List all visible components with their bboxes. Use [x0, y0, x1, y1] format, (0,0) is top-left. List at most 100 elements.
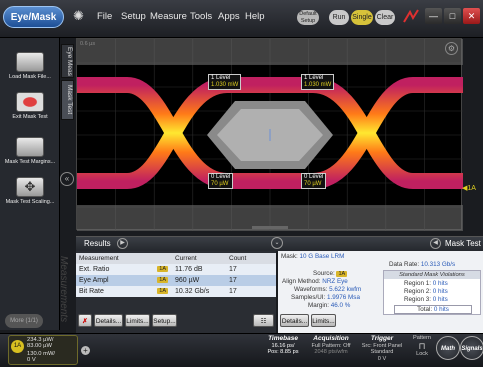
horizontal-scrollbar[interactable]	[252, 226, 288, 229]
menu-file[interactable]: File	[97, 11, 112, 22]
table-row[interactable]: Ext. Ratio 1A 11.76 dB 17	[76, 264, 276, 275]
menu-apps[interactable]: Apps	[218, 11, 240, 22]
results-details-button[interactable]: Details...	[94, 314, 123, 327]
pattern-lock-block[interactable]: Pattern ⊓ Lock	[411, 335, 433, 366]
load-mask-icon	[16, 52, 44, 72]
menu-tools[interactable]: Tools	[190, 11, 212, 22]
delete-measurement-button[interactable]: ✗	[78, 314, 92, 327]
clear-button[interactable]: Clear	[375, 10, 395, 25]
table-row[interactable]: Bit Rate 1A 10.32 Gb/s 17	[76, 286, 276, 297]
total-value: 0 hits	[433, 306, 449, 313]
trigger-level: 0 V	[377, 355, 387, 362]
align-label: Align Method:	[282, 278, 321, 285]
mask-details-button[interactable]: Details...	[280, 314, 309, 327]
current-value: 11.76 dB	[172, 264, 226, 275]
results-table: Measurement Current Count Ext. Ratio 1A …	[76, 253, 276, 297]
keysight-logo-icon	[403, 9, 419, 23]
mask-margins-button[interactable]: Mask Test Margins...	[4, 137, 56, 166]
menu-setup[interactable]: Setup	[121, 11, 146, 22]
collapse-panel-button[interactable]: «	[60, 172, 74, 186]
trigger-title: Trigger	[370, 335, 394, 342]
level-lower-left-name: 0 Level	[211, 174, 231, 180]
timebase-scale: 16.16 ps/	[271, 343, 295, 349]
margins-icon	[16, 137, 44, 157]
region1-value: 0 hits	[432, 280, 448, 287]
default-setup-line1: Default	[299, 11, 317, 17]
menu-help[interactable]: Help	[245, 11, 265, 22]
add-channel-icon[interactable]: +	[81, 346, 90, 355]
math-button[interactable]: Math	[436, 336, 460, 360]
trigger-block[interactable]: Trigger Src: Front Panel Standard 0 V	[356, 335, 408, 366]
close-button[interactable]: ✕	[463, 8, 480, 24]
results-title: Results	[84, 239, 111, 248]
eye-diagram	[77, 39, 463, 231]
level-upper-left-value: 1.030 mW	[211, 82, 239, 88]
col-count[interactable]: Count	[226, 253, 276, 264]
measurement-name: Ext. Ratio	[79, 266, 110, 273]
measurement-name: Bit Rate	[79, 288, 104, 295]
region2-value: 0 hits	[432, 288, 448, 295]
col-measurement[interactable]: Measurement	[76, 253, 172, 264]
channel-1a-badge: 1A	[11, 340, 24, 353]
region3-label: Region 3:	[404, 296, 431, 303]
trigger-mode: Standard	[370, 349, 394, 356]
tab-eye-meas[interactable]: Eye Meas	[61, 44, 74, 78]
tab-mask-test[interactable]: Mask Test	[61, 80, 74, 120]
mask-label: Mask:	[281, 253, 298, 260]
signals-button[interactable]: Signals	[460, 336, 483, 360]
chevron-down-icon[interactable]: ⌄	[271, 237, 283, 249]
default-setup-button[interactable]: Default Setup	[297, 10, 319, 25]
mask-margins-label: Mask Test Margins...	[4, 159, 56, 165]
level-lower-right-name: 0 Level	[304, 174, 324, 180]
samples-label: Samples/UI:	[291, 294, 326, 301]
waveform-display[interactable]: 0.6 µs 1 Level 1.030 mW 1 Level 1.030 mW…	[76, 38, 463, 231]
level-marker-upper-left: 1 Level 1.030 mW	[208, 74, 242, 90]
mask-scaling-button[interactable]: ✥ Mask Test Scaling...	[4, 177, 56, 206]
results-expand-icon[interactable]: ▶	[117, 238, 128, 249]
count-value: 17	[226, 286, 276, 297]
mask-limits-button[interactable]: Limits...	[311, 314, 336, 327]
source-badge: 1A	[157, 266, 168, 272]
region3-value: 0 hits	[432, 296, 448, 303]
level-lower-right-value: 70 µW	[304, 181, 322, 187]
minimize-button[interactable]: —	[425, 8, 442, 24]
waveforms-label: Waveforms:	[294, 286, 328, 293]
measurement-name: Eye Ampl	[79, 277, 109, 284]
count-value: 17	[226, 275, 276, 286]
more-button[interactable]: More (1/1)	[5, 314, 43, 328]
align-value: NRZ Eye	[322, 278, 348, 285]
col-current[interactable]: Current	[172, 253, 226, 264]
level-marker-lower-right: 0 Level 70 µW	[301, 173, 327, 189]
run-button[interactable]: Run	[329, 10, 349, 25]
mask-value[interactable]: 10 G Base LRM	[300, 253, 345, 260]
margin-value: 46.0 %	[330, 302, 351, 309]
level-upper-left-name: 1 Level	[211, 75, 231, 81]
channel-1a-marker[interactable]: ◀1A	[462, 184, 476, 192]
lock-icon: ⊓	[418, 341, 426, 352]
table-row[interactable]: Eye Ampl 1A 960 µW 17	[76, 275, 276, 286]
timebase-title: Timebase	[268, 335, 298, 342]
mask-violations-box: Standard Mask Violations Region 1: 0 hit…	[383, 270, 481, 315]
region1-label: Region 1:	[404, 280, 431, 287]
results-limits-button[interactable]: Limits...	[125, 314, 150, 327]
mask-panel-back-icon[interactable]: ◀	[430, 238, 441, 249]
source-badge: 1A	[336, 271, 348, 277]
wrench-icon[interactable]: ⚙	[445, 42, 458, 55]
current-value: 960 µW	[172, 275, 226, 286]
sparkle-icon[interactable]: ✺	[73, 9, 87, 23]
eye-mask-mode-button[interactable]: Eye/Mask	[3, 6, 64, 28]
results-setup-button[interactable]: Setup...	[152, 314, 177, 327]
timebase-block[interactable]: Timebase 16.16 ps/ Pos: 8.85 ps	[258, 335, 308, 366]
total-label: Total:	[417, 306, 433, 313]
results-panel: Measurement Current Count Ext. Ratio 1A …	[76, 251, 276, 333]
single-button[interactable]: Single	[351, 10, 373, 25]
pattern-lock-label: Lock	[416, 351, 428, 358]
maximize-button[interactable]: □	[444, 8, 461, 24]
acquisition-block[interactable]: Acquisition Full Pattern: Off 2048 pts/w…	[306, 335, 356, 366]
measurements-watermark: Measurements	[58, 256, 69, 323]
table-layout-icon[interactable]: ☷	[253, 314, 274, 327]
level-marker-lower-left: 0 Level 70 µW	[208, 173, 234, 189]
menu-measure[interactable]: Measure	[150, 11, 187, 22]
exit-mask-test-button[interactable]: Exit Mask Test	[4, 92, 56, 121]
load-mask-file-button[interactable]: Load Mask File...	[4, 52, 56, 81]
